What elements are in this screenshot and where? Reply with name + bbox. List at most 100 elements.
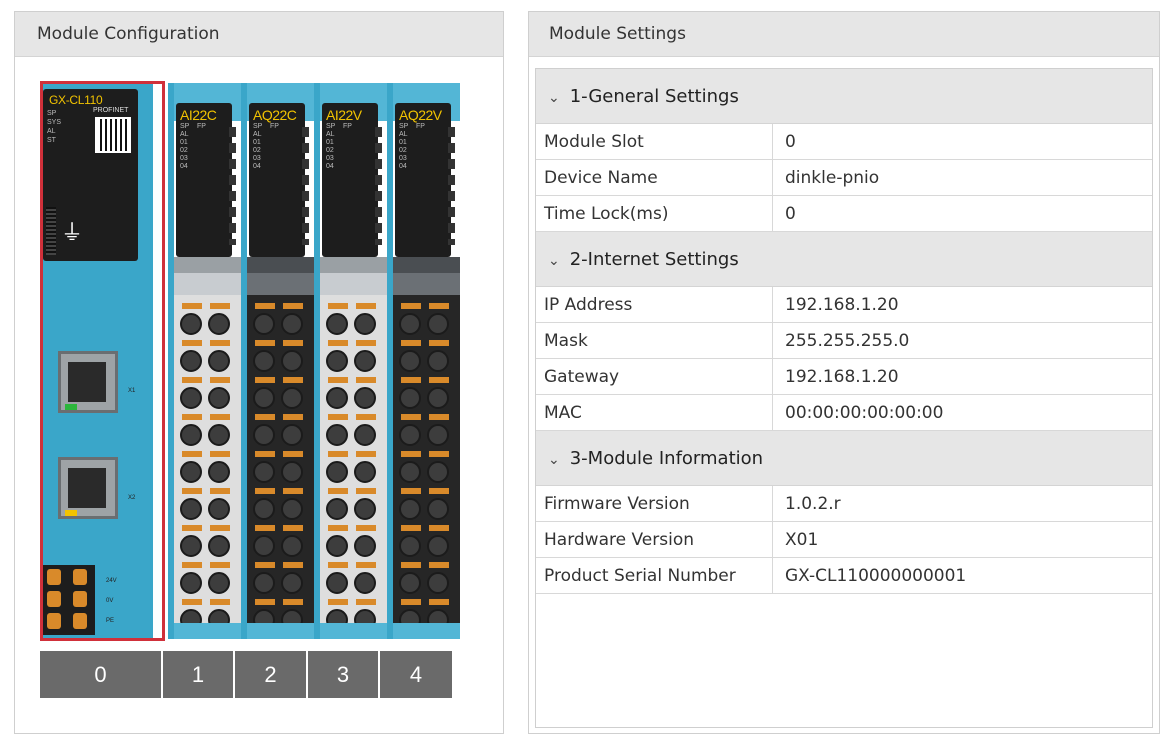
io-module-name: AQ22V bbox=[399, 107, 442, 123]
io-module-1[interactable]: AI22C SP FP AL 01 02 03 04 bbox=[168, 83, 241, 639]
row-value[interactable]: dinkle-pnio bbox=[773, 160, 1152, 195]
row-value[interactable]: 0 bbox=[773, 196, 1152, 231]
io-module-2[interactable]: AQ22C SP FP AL 01 02 03 04 bbox=[241, 83, 314, 639]
row-value[interactable]: GX-CL110000000001 bbox=[773, 558, 1152, 593]
row-key: Time Lock(ms) bbox=[536, 196, 773, 231]
module-connector bbox=[247, 273, 314, 295]
module-connector-top bbox=[247, 257, 314, 273]
settings-row[interactable]: Firmware Version 1.0.2.r bbox=[536, 486, 1152, 522]
terminal-row bbox=[393, 525, 460, 563]
module-connector bbox=[174, 273, 241, 295]
chevron-down-icon: ⌄ bbox=[548, 253, 560, 269]
terminal-row bbox=[320, 562, 387, 600]
io-module-4[interactable]: AQ22V SP FP AL 01 02 03 04 bbox=[387, 83, 460, 639]
row-key: Gateway bbox=[536, 359, 773, 394]
settings-row[interactable]: Time Lock(ms) 0 bbox=[536, 196, 1152, 232]
section-module-information[interactable]: ⌄ 3-Module Information bbox=[536, 431, 1152, 486]
terminal-row bbox=[393, 340, 460, 378]
module-settings-title: Module Settings bbox=[529, 12, 1159, 57]
settings-row[interactable]: IP Address 192.168.1.20 bbox=[536, 287, 1152, 323]
terminal-row bbox=[320, 340, 387, 378]
terminal-row bbox=[247, 414, 314, 452]
terminal-row bbox=[393, 414, 460, 452]
terminal-row bbox=[174, 488, 241, 526]
io-module-name: AI22C bbox=[180, 107, 217, 123]
slot-button-2[interactable]: 2 bbox=[235, 651, 308, 698]
module-bottom-cap bbox=[174, 623, 241, 639]
module-connector-top bbox=[393, 257, 460, 273]
row-value[interactable]: 00:00:00:00:00:00 bbox=[773, 395, 1152, 430]
io-module-label: AQ22C SP FP AL 01 02 03 04 bbox=[249, 103, 305, 257]
terminal-row bbox=[320, 451, 387, 489]
row-value[interactable]: 192.168.1.20 bbox=[773, 359, 1152, 394]
settings-row[interactable]: Hardware Version X01 bbox=[536, 522, 1152, 558]
row-value[interactable]: 192.168.1.20 bbox=[773, 287, 1152, 322]
section-general-settings[interactable]: ⌄ 1-General Settings bbox=[536, 69, 1152, 124]
row-value[interactable]: 255.255.255.0 bbox=[773, 323, 1152, 358]
module-bottom-cap bbox=[393, 623, 460, 639]
module-connector-top bbox=[174, 257, 241, 273]
chevron-down-icon: ⌄ bbox=[548, 90, 560, 106]
terminal-row bbox=[247, 377, 314, 415]
module-clips bbox=[375, 127, 382, 245]
terminal-row bbox=[247, 562, 314, 600]
terminal-row bbox=[320, 377, 387, 415]
settings-row[interactable]: Device Name dinkle-pnio bbox=[536, 160, 1152, 196]
row-value[interactable]: X01 bbox=[773, 522, 1152, 557]
io-module-label: AI22C SP FP AL 01 02 03 04 bbox=[176, 103, 232, 257]
io-module-label: AI22V SP FP AL 01 02 03 04 bbox=[322, 103, 378, 257]
row-key: Firmware Version bbox=[536, 486, 773, 521]
module-connector bbox=[393, 273, 460, 295]
settings-row[interactable]: Product Serial Number GX-CL110000000001 bbox=[536, 558, 1152, 594]
terminal-row bbox=[393, 377, 460, 415]
module-connector bbox=[320, 273, 387, 295]
section-internet-settings[interactable]: ⌄ 2-Internet Settings bbox=[536, 232, 1152, 287]
terminal-row bbox=[174, 303, 241, 341]
terminal-block bbox=[247, 295, 314, 639]
settings-row[interactable]: Module Slot 0 bbox=[536, 124, 1152, 160]
io-module-leds: SP FP AL 01 02 03 04 bbox=[399, 123, 425, 170]
module-bottom-cap bbox=[247, 623, 314, 639]
terminal-row bbox=[393, 562, 460, 600]
section-title: 3-Module Information bbox=[569, 448, 764, 469]
terminal-row bbox=[247, 340, 314, 378]
io-module-3[interactable]: AI22V SP FP AL 01 02 03 04 bbox=[314, 83, 387, 639]
module-clips bbox=[229, 127, 236, 245]
module-connector-top bbox=[320, 257, 387, 273]
io-module-leds: SP FP AL 01 02 03 04 bbox=[180, 123, 206, 170]
module-clips bbox=[448, 127, 455, 245]
terminal-row bbox=[393, 451, 460, 489]
section-title: 1-General Settings bbox=[569, 86, 739, 107]
terminal-row bbox=[320, 525, 387, 563]
chevron-down-icon: ⌄ bbox=[548, 452, 560, 468]
terminal-row bbox=[247, 488, 314, 526]
module-configuration-title: Module Configuration bbox=[15, 12, 503, 57]
slot-button-0[interactable]: 0 bbox=[40, 651, 163, 698]
terminal-block bbox=[393, 295, 460, 639]
slot-selector: 0 1 2 3 4 bbox=[40, 651, 452, 698]
row-value[interactable]: 1.0.2.r bbox=[773, 486, 1152, 521]
slot-button-1[interactable]: 1 bbox=[163, 651, 235, 698]
terminal-row bbox=[247, 303, 314, 341]
terminal-row bbox=[320, 414, 387, 452]
slot-button-3[interactable]: 3 bbox=[308, 651, 380, 698]
settings-row[interactable]: MAC 00:00:00:00:00:00 bbox=[536, 395, 1152, 431]
io-module-leds: SP FP AL 01 02 03 04 bbox=[253, 123, 279, 170]
terminal-row bbox=[174, 377, 241, 415]
row-key: Mask bbox=[536, 323, 773, 358]
slot-button-4[interactable]: 4 bbox=[380, 651, 452, 698]
io-module-name: AQ22C bbox=[253, 107, 297, 123]
terminal-row bbox=[174, 562, 241, 600]
settings-row[interactable]: Mask 255.255.255.0 bbox=[536, 323, 1152, 359]
settings-row[interactable]: Gateway 192.168.1.20 bbox=[536, 359, 1152, 395]
io-module-leds: SP FP AL 01 02 03 04 bbox=[326, 123, 352, 170]
row-key: Module Slot bbox=[536, 124, 773, 159]
module-bottom-cap bbox=[320, 623, 387, 639]
row-key: Device Name bbox=[536, 160, 773, 195]
row-key: IP Address bbox=[536, 287, 773, 322]
terminal-block bbox=[320, 295, 387, 639]
module-clips bbox=[302, 127, 309, 245]
terminal-row bbox=[174, 525, 241, 563]
row-value[interactable]: 0 bbox=[773, 124, 1152, 159]
terminal-row bbox=[320, 303, 387, 341]
